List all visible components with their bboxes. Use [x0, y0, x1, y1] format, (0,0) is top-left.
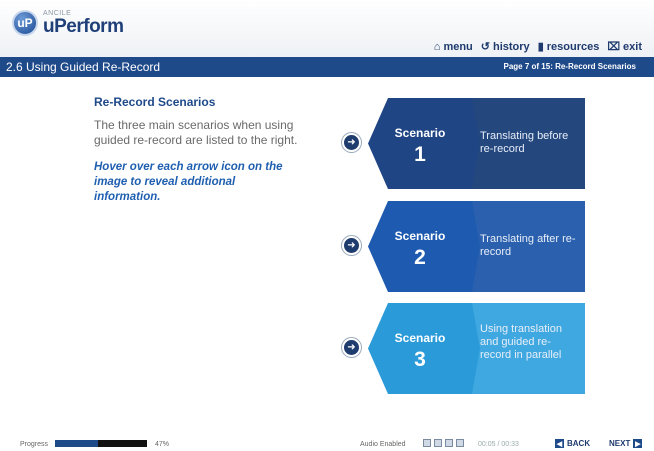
header: uP ANCILE uPerform ⌂ menu ↺ history ▮ re…: [0, 0, 654, 57]
arrow-right-icon: ➜: [347, 137, 356, 148]
content-hint: Hover over each arrow icon on the image …: [94, 161, 283, 203]
next-label: NEXT: [609, 439, 631, 448]
title-bar: 2.6 Using Guided Re-Record Page 7 of 15:…: [0, 57, 654, 77]
play-icon[interactable]: [423, 439, 431, 447]
home-icon: ⌂: [433, 40, 441, 53]
content-heading: Re-Record Scenarios: [94, 95, 216, 109]
logo: uP ANCILE uPerform: [12, 10, 124, 37]
stop-icon[interactable]: [445, 439, 453, 447]
progress-label: Progress: [20, 441, 49, 448]
scenario-3-arrow-button[interactable]: ➜: [342, 338, 361, 357]
arrow-left-icon: ◀: [555, 439, 564, 448]
scenario-2-description: Translating after re-record: [480, 233, 576, 258]
scenario-3: ➜ Scenario 3 Using translation and guide…: [342, 303, 585, 394]
next-button[interactable]: NEXT ▶: [609, 439, 643, 448]
history-label: history: [493, 40, 530, 53]
top-navigation: ⌂ menu ↺ history ▮ resources ⌧ exit: [434, 40, 642, 54]
arrow-right-icon: ➜: [347, 342, 356, 353]
scenario-2: ➜ Scenario 2 Translating after re-record: [342, 201, 585, 292]
scenario-1-arrow-button[interactable]: ➜: [342, 133, 361, 152]
audio-label: Audio Enabled: [360, 441, 406, 448]
progress-percent: 47%: [155, 441, 170, 448]
exit-label: exit: [623, 40, 642, 53]
scenario-3-description: Using translation and guided re-record i…: [480, 323, 562, 361]
scenario-2-arrow-button[interactable]: ➜: [342, 236, 361, 255]
scenario-1-description: Translating before re-record: [480, 130, 569, 155]
progress-fill: [55, 440, 99, 447]
exit-button[interactable]: ⌧ exit: [607, 40, 642, 54]
history-button[interactable]: ↺ history: [480, 40, 530, 54]
volume-icon[interactable]: [456, 439, 464, 447]
book-icon: ▮: [537, 41, 544, 53]
section-title: 2.6 Using Guided Re-Record: [6, 60, 161, 74]
page-indicator: Page 7 of 15: Re-Record Scenarios: [503, 62, 637, 71]
menu-label: menu: [443, 40, 473, 53]
arrow-right-icon: ▶: [633, 439, 643, 448]
logo-icon: uP: [12, 10, 38, 36]
pause-icon[interactable]: [434, 439, 442, 447]
audio-controls: [423, 439, 464, 447]
progress-bar: [55, 440, 147, 447]
back-button[interactable]: ◀ BACK: [555, 439, 590, 448]
arrow-right-icon: ➜: [347, 240, 356, 251]
scenario-1-word: Scenario: [394, 126, 446, 140]
resources-label: resources: [546, 40, 600, 53]
audio-time: 00:05 / 00:33: [478, 441, 519, 448]
content-text: Re-Record Scenarios The three main scena…: [94, 95, 299, 205]
content-body: The three main scenarios when using guid…: [94, 118, 298, 147]
logo-text: ANCILE uPerform: [43, 10, 124, 37]
close-box-icon: ⌧: [607, 41, 621, 53]
back-label: BACK: [567, 439, 591, 448]
scenario-1-number: 1: [414, 143, 426, 166]
resources-button[interactable]: ▮ resources: [537, 40, 600, 54]
scenario-3-number: 3: [414, 348, 426, 371]
menu-button[interactable]: ⌂ menu: [434, 40, 473, 53]
scenario-2-word: Scenario: [394, 229, 446, 243]
brand-name: uPerform: [43, 16, 124, 37]
scenario-1: ➜ Scenario 1 Translating before re-recor…: [342, 98, 585, 189]
history-icon: ↺: [480, 41, 490, 53]
scenario-2-number: 2: [414, 246, 426, 269]
footer: Progress 47% Audio Enabled 00:05 / 00:33…: [0, 437, 654, 451]
scenario-3-word: Scenario: [394, 331, 446, 345]
